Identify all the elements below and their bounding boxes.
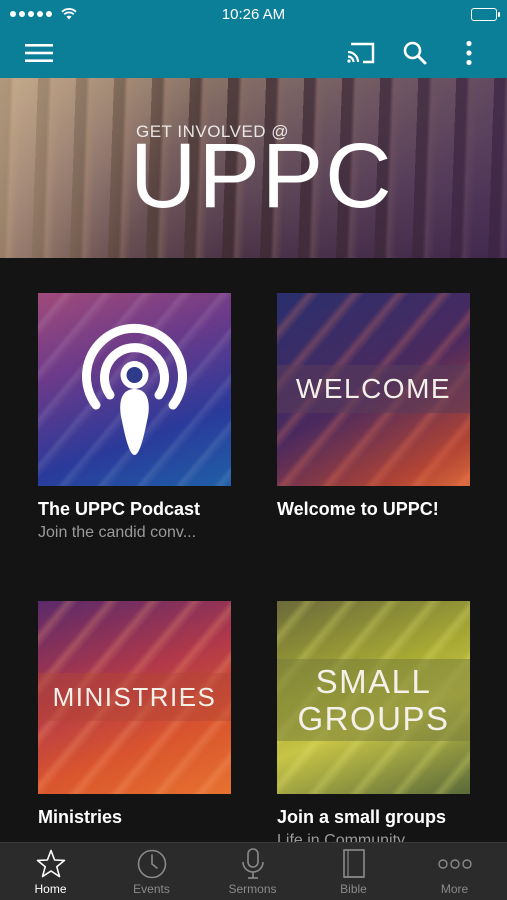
search-icon[interactable] [398,36,432,70]
card-title: Welcome to UPPC! [277,499,439,519]
small-groups-thumbnail: SMALL GROUPS [277,601,470,794]
card-podcast[interactable]: The UPPC Podcast Join the candid conv... [38,293,231,542]
tab-sermons[interactable]: Sermons [202,843,303,900]
tab-events[interactable]: Events [101,843,202,900]
thumbnail-caption-line1: SMALL [315,663,432,700]
hero-title: UPPC [130,125,394,227]
card-title: Join a small groups [277,807,447,827]
tab-bible[interactable]: Bible [303,843,404,900]
thumbnail-caption: WELCOME [277,365,470,413]
more-horizontal-icon [437,846,472,882]
status-bar: 10:26 AM [0,0,507,28]
card-subtitle: Join the candid conv... [38,524,197,541]
tab-label: More [440,882,469,896]
tab-label: Events [133,882,170,896]
microphone-icon [237,846,269,882]
welcome-thumbnail: WELCOME [277,293,470,486]
tab-label: Home [34,882,67,896]
star-icon [35,846,67,882]
card-title: Ministries [38,807,123,827]
thumbnail-caption: MINISTRIES [38,673,231,721]
thumbnail-caption: SMALL GROUPS [277,659,470,741]
tab-home[interactable]: Home [0,843,101,900]
book-icon [340,846,368,882]
bottom-tab-bar: Home Events Sermons Bible More [0,842,507,900]
card-title: The UPPC Podcast [38,499,201,519]
podcast-icon [82,323,187,455]
battery-icon [471,7,500,21]
thumbnail-caption-line2: GROUPS [297,700,450,737]
card-ministries[interactable]: MINISTRIES Ministries [38,601,231,832]
tab-more[interactable]: More [404,843,505,900]
ministries-thumbnail: MINISTRIES [38,601,231,794]
cast-icon[interactable] [344,36,378,70]
app-toolbar [0,28,507,78]
status-time: 10:26 AM [221,6,286,23]
card-small-groups[interactable]: SMALL GROUPS Join a small groups Life in… [277,601,470,846]
hero-banner[interactable]: GET INVOLVED @ UPPC [0,78,507,258]
tab-label: Sermons [228,882,277,896]
menu-icon[interactable] [22,36,56,70]
podcast-thumbnail [38,293,231,486]
more-vertical-icon[interactable] [452,36,486,70]
card-welcome[interactable]: WELCOME Welcome to UPPC! [277,293,470,524]
clock-icon [136,846,168,882]
tab-label: Bible [340,882,367,896]
